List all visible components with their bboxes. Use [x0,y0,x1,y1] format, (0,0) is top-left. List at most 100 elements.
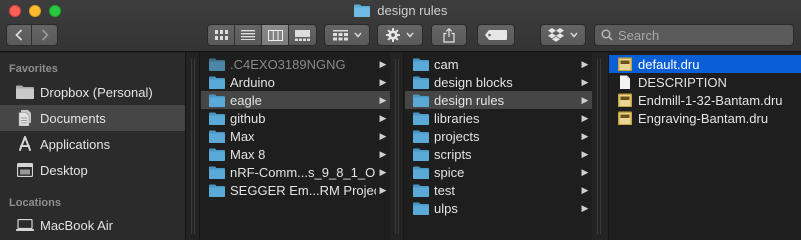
list-item[interactable]: SEGGER Em...RM Projects ▶ [201,181,390,199]
sidebar-resize-handle[interactable] [186,53,200,240]
list-item[interactable]: Endmill-1-32-Bantam.dru [609,91,801,109]
list-item[interactable]: design blocks ▶ [405,73,592,91]
list-item[interactable]: Engraving-Bantam.dru [609,109,801,127]
sidebar-item-label: Documents [40,110,106,126]
chevron-down-icon [570,32,578,38]
folder-icon [413,148,429,161]
documents-icon [16,110,34,126]
gallery-view-button[interactable] [289,25,316,45]
search-input[interactable] [618,27,788,43]
sidebar-item-macbook-air[interactable]: MacBook Air [0,212,185,238]
list-item[interactable]: nRF-Comm...s_9_8_1_OSX ▶ [201,163,390,181]
column-1: .C4EXO3189NGNG ▶ Arduino ▶ eagle ▶ githu… [201,53,390,240]
chevron-right-icon: ▶ [581,148,589,159]
list-item[interactable]: default.dru [609,55,801,73]
gear-icon [386,28,400,42]
favorites-heading: Favorites [9,63,58,75]
chevron-right-icon: ▶ [379,94,387,105]
action-button[interactable] [377,24,423,46]
chevron-down-icon [353,32,362,38]
folder-icon [209,76,225,89]
sidebar-item-label: Dropbox (Personal) [40,84,153,100]
share-button[interactable] [431,24,467,46]
chevron-right-icon: ▶ [581,76,589,87]
column-resize-handle[interactable] [592,53,609,240]
search-field[interactable] [594,24,794,46]
applications-icon [16,136,34,152]
list-item[interactable]: Max ▶ [201,127,390,145]
icon-view-button[interactable] [208,25,235,45]
group-button[interactable] [324,24,370,46]
gallery-view-icon [295,29,310,41]
folder-icon [413,94,429,107]
column-view-button[interactable] [262,25,289,45]
chevron-right-icon: ▶ [581,94,589,105]
folder-icon [413,166,429,179]
folder-icon [209,112,225,125]
navigation-buttons [6,24,58,46]
list-item[interactable]: .C4EXO3189NGNG ▶ [201,55,390,73]
chevron-right-icon: ▶ [581,166,589,177]
dropbox-icon [548,28,564,42]
list-item[interactable]: design rules ▶ [405,91,592,109]
dropbox-button[interactable] [540,24,586,46]
sidebar-item-documents[interactable]: Documents [0,105,185,131]
chevron-right-icon: ▶ [581,202,589,213]
tag-icon [485,30,507,40]
sidebar-item-label: Applications [40,136,111,152]
toolbar: design rules [0,0,801,52]
sidebar-item-dropbox[interactable]: Dropbox (Personal) [0,79,185,105]
list-item[interactable]: eagle ▶ [201,91,390,109]
chevron-right-icon: ▶ [379,76,387,87]
folder-icon [209,148,225,161]
column-view-icon [267,29,283,41]
list-item[interactable]: scripts ▶ [405,145,592,163]
list-view-button[interactable] [235,25,262,45]
list-view-icon [241,30,255,40]
folder-icon [353,4,370,17]
folder-icon [209,58,225,71]
desktop-icon [16,162,34,178]
dru-file-icon [618,111,632,125]
column-resize-handle[interactable] [390,53,404,240]
chevron-right-icon: ▶ [379,166,387,177]
list-item[interactable]: test ▶ [405,181,592,199]
window-title: design rules [0,3,801,19]
sidebar-item-label: MacBook Air [40,217,113,233]
dropbox-folder-icon [16,84,34,100]
chevron-right-icon: ▶ [581,112,589,123]
column-2: cam ▶ design blocks ▶ design rules ▶ lib… [405,53,592,240]
chevron-right-icon: ▶ [581,130,589,141]
chevron-right-icon: ▶ [379,130,387,141]
tag-button[interactable] [477,24,515,46]
list-item[interactable]: spice ▶ [405,163,592,181]
back-button[interactable] [7,25,32,45]
folder-icon [209,166,225,179]
list-item[interactable]: cam ▶ [405,55,592,73]
chevron-right-icon: ▶ [379,112,387,123]
chevron-right-icon: ▶ [379,148,387,159]
list-item[interactable]: Arduino ▶ [201,73,390,91]
sidebar-item-applications[interactable]: Applications [0,131,185,157]
chevron-right-icon: ▶ [581,58,589,69]
locations-heading: Locations [9,197,61,209]
sidebar-item-desktop[interactable]: Desktop [0,157,185,183]
chevron-down-icon [406,32,414,38]
chevron-left-icon [15,29,23,41]
list-item[interactable]: libraries ▶ [405,109,592,127]
view-mode-control [207,24,317,46]
list-item[interactable]: projects ▶ [405,127,592,145]
list-item[interactable]: github ▶ [201,109,390,127]
folder-icon [209,184,225,197]
dru-file-icon [618,93,632,107]
forward-button[interactable] [32,25,57,45]
group-grid-icon [332,29,348,40]
chevron-right-icon: ▶ [379,184,387,195]
share-icon [443,27,455,43]
sidebar-item-label: Desktop [40,162,88,178]
list-item[interactable]: Max 8 ▶ [201,145,390,163]
chevron-right-icon: ▶ [581,184,589,195]
list-item[interactable]: ulps ▶ [405,199,592,217]
list-item[interactable]: DESCRIPTION [609,73,801,91]
dru-file-icon [618,57,632,71]
